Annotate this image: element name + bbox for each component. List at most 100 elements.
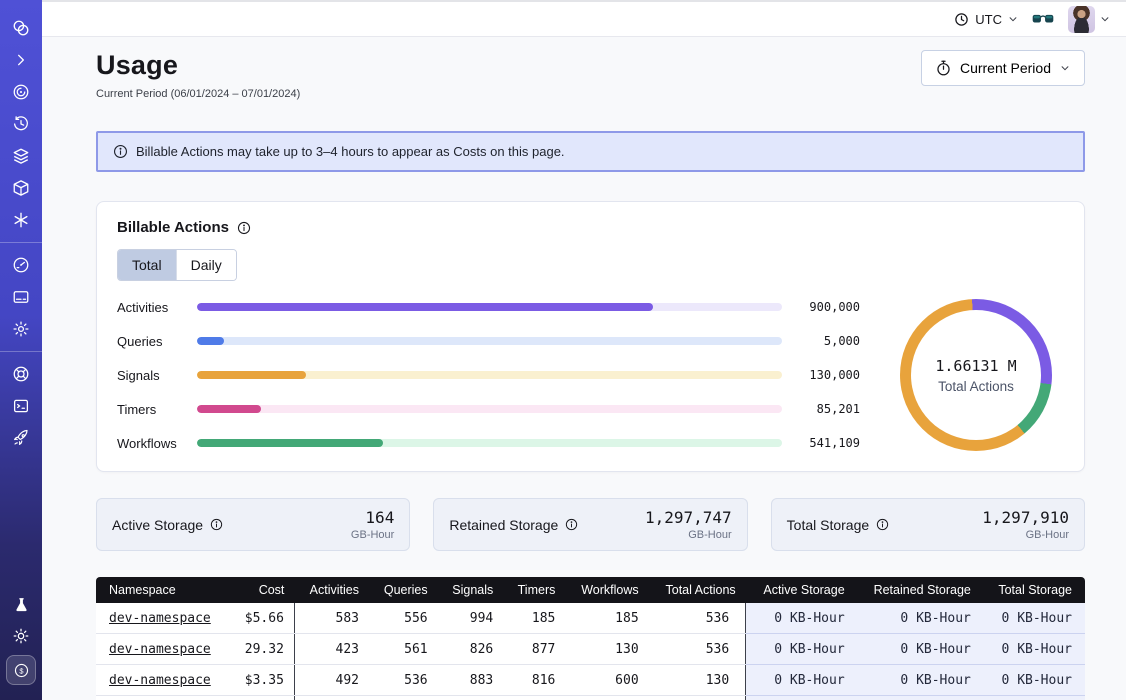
info-icon[interactable] (565, 518, 578, 531)
column-header-workflows: Workflows (565, 577, 648, 603)
schedules-icon[interactable] (8, 111, 34, 137)
namespace-link[interactable]: dev-namespace (109, 642, 211, 657)
deployments-cube-icon[interactable] (8, 175, 34, 201)
cell-timers: 877 (503, 634, 565, 665)
cell-queries: 536 (369, 665, 438, 696)
cell-namespace: dev-namespace (96, 603, 230, 634)
donut-center-value: 1.66131 M (935, 357, 1016, 375)
avatar[interactable] (1068, 6, 1095, 33)
total-storage-unit: GB-Hour (982, 529, 1069, 541)
cell-namespace: dev-namespace (96, 665, 230, 696)
cell-activities: 423 (294, 634, 369, 665)
timezone-selector[interactable]: UTC (954, 12, 1018, 27)
total-daily-toggle: Total Daily (117, 249, 237, 281)
theme-sun-icon[interactable] (8, 623, 34, 649)
period-selector-button[interactable]: Current Period (921, 50, 1085, 86)
retained-storage-value: 1,297,747 (645, 508, 732, 527)
svg-text:$: $ (19, 666, 24, 675)
billable-bar-row: Queries 5,000 (117, 334, 860, 349)
table-row: dev-namespace$5.665835569941851855360 KB… (96, 603, 1085, 634)
chevron-down-icon (1100, 14, 1110, 24)
sidebar-divider (0, 351, 42, 352)
cell-total_actions: 536 (649, 603, 746, 634)
getting-started-rocket-icon[interactable] (8, 425, 34, 451)
expand-chevron-icon[interactable] (8, 47, 34, 73)
storage-cards: Active Storage 164 GB-Hour Retained Stor… (96, 498, 1085, 551)
info-icon[interactable] (237, 221, 251, 235)
cell-workflows: 185 (565, 603, 648, 634)
billable-actions-title: Billable Actions (117, 219, 229, 236)
bar-track (197, 439, 782, 447)
column-header-activities: Activities (294, 577, 369, 603)
info-icon[interactable] (876, 518, 889, 531)
billable-bar-row: Timers 85,201 (117, 402, 860, 417)
bar-label: Activities (117, 300, 185, 315)
namespace-usage-table: NamespaceCostActivitiesQueriesSignalsTim… (96, 577, 1085, 700)
namespace-link[interactable]: dev-namespace (109, 611, 211, 626)
column-header-total_storage: Total Storage (981, 577, 1085, 603)
tab-total[interactable]: Total (118, 250, 176, 280)
billing-card-icon[interactable] (8, 284, 34, 310)
retained-storage-unit: GB-Hour (645, 529, 732, 541)
cell-activities: 492 (294, 665, 369, 696)
settings-gear-icon[interactable] (8, 316, 34, 342)
active-storage-card: Active Storage 164 GB-Hour (96, 498, 410, 551)
column-header-timers: Timers (503, 577, 565, 603)
stopwatch-icon (936, 60, 951, 76)
bar-fill (197, 439, 383, 447)
bar-label: Signals (117, 368, 185, 383)
namespace-link[interactable]: dev-namespace (109, 673, 211, 688)
credits-coin-icon[interactable]: $ (6, 655, 36, 685)
bar-value: 5,000 (798, 334, 860, 348)
layers-icon[interactable] (8, 143, 34, 169)
cell-signals: 883 (438, 665, 504, 696)
cell-queries: 561 (369, 634, 438, 665)
column-header-cost: Cost (230, 577, 294, 603)
usage-gauge-icon[interactable] (8, 252, 34, 278)
donut-center-label: Total Actions (938, 379, 1014, 394)
retained-storage-label: Retained Storage (449, 517, 558, 533)
cell-active_storage: 0 KB-Hour (746, 603, 855, 634)
docs-terminal-icon[interactable] (8, 393, 34, 419)
cell-activities: 583 (294, 603, 369, 634)
cell-workflows: 600 (565, 665, 648, 696)
bar-fill (197, 371, 306, 379)
bar-value: 85,201 (798, 402, 860, 416)
table-row-partial (96, 696, 1085, 700)
bar-fill (197, 337, 224, 345)
cell-timers: 185 (503, 603, 565, 634)
namespaces-icon[interactable] (8, 79, 34, 105)
chevron-down-icon (1060, 63, 1070, 73)
info-icon[interactable] (210, 518, 223, 531)
sidebar-divider (0, 242, 42, 243)
billable-bar-row: Activities 900,000 (117, 300, 860, 315)
cell-namespace: dev-namespace (96, 634, 230, 665)
cell-signals: 826 (438, 634, 504, 665)
bar-label: Workflows (117, 436, 185, 451)
main-content: Usage Current Period (06/01/2024 – 07/01… (42, 50, 1126, 700)
active-storage-unit: GB-Hour (351, 529, 394, 541)
cell-active_storage: 0 KB-Hour (746, 634, 855, 665)
glasses-icon[interactable] (1032, 12, 1054, 26)
timezone-label: UTC (975, 12, 1002, 27)
account-menu[interactable] (1068, 6, 1110, 33)
temporal-logo[interactable] (8, 15, 34, 41)
column-header-signals: Signals (438, 577, 504, 603)
total-storage-card: Total Storage 1,297,910 GB-Hour (771, 498, 1085, 551)
tab-daily[interactable]: Daily (176, 250, 236, 280)
cell-timers: 816 (503, 665, 565, 696)
retained-storage-card: Retained Storage 1,297,747 GB-Hour (433, 498, 747, 551)
lab-flask-icon[interactable] (8, 591, 34, 617)
support-lifebuoy-icon[interactable] (8, 361, 34, 387)
period-selector-label: Current Period (960, 60, 1051, 76)
bar-fill (197, 405, 261, 413)
bar-value: 900,000 (798, 300, 860, 314)
info-icon (113, 144, 128, 159)
cell-retained_storage: 0 KB-Hour (855, 665, 981, 696)
nexus-asterisk-icon[interactable] (8, 207, 34, 233)
bar-track (197, 405, 782, 413)
billable-actions-card: Billable Actions Total Daily Activities … (96, 201, 1085, 472)
active-storage-label: Active Storage (112, 517, 203, 533)
cell-cost: $3.35 (230, 665, 294, 696)
bar-track (197, 303, 782, 311)
